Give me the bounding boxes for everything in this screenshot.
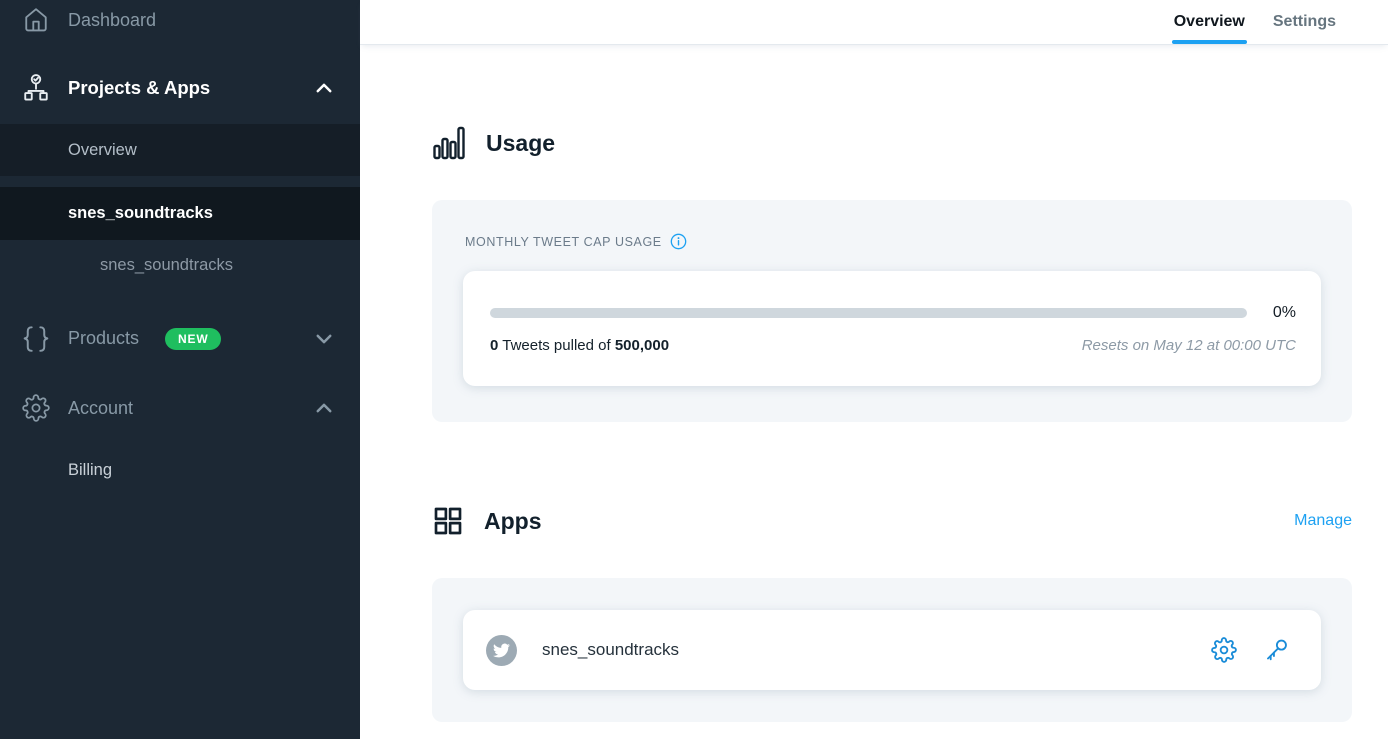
sidebar-item-label: Billing (0, 461, 112, 480)
sidebar-item-products[interactable]: Products NEW (0, 311, 360, 366)
sidebar: Dashboard Projects & Apps Overview (0, 0, 360, 739)
app-actions (1211, 637, 1289, 663)
chevron-up-icon (314, 398, 334, 418)
braces-icon (20, 324, 52, 354)
sidebar-item-dashboard[interactable]: Dashboard (0, 0, 360, 40)
twitter-app-avatar (486, 635, 517, 666)
usage-card-label: MONTHLY TWEET CAP USAGE (465, 235, 662, 249)
apps-grid-icon (432, 505, 464, 537)
sidebar-item-projects-apps[interactable]: Projects & Apps (0, 60, 360, 116)
apps-section-title: Apps (484, 508, 542, 535)
sidebar-item-app-snes-soundtracks[interactable]: snes_soundtracks (0, 240, 360, 290)
app-keys-icon[interactable] (1263, 637, 1289, 663)
main-content: Overview Settings Usage MONTHLY TWEET CA… (360, 0, 1388, 739)
tweets-pulled-label: Tweets pulled of (502, 337, 610, 354)
usage-card-label-row: MONTHLY TWEET CAP USAGE (463, 233, 1321, 250)
sidebar-item-billing[interactable]: Billing (0, 444, 360, 496)
manage-apps-link[interactable]: Manage (1294, 512, 1352, 530)
usage-section-header: Usage (432, 123, 1352, 163)
apps-section-header: Apps Manage (432, 501, 1352, 541)
sidebar-item-overview[interactable]: Overview (0, 124, 360, 176)
info-icon[interactable] (670, 233, 687, 250)
bar-chart-icon (432, 125, 466, 161)
usage-card: MONTHLY TWEET CAP USAGE 0% 0 (432, 200, 1352, 422)
new-badge: NEW (165, 328, 221, 350)
project-tree-icon (20, 73, 52, 103)
usage-text-row: 0 Tweets pulled of 500,000 Resets on May… (490, 337, 1296, 354)
sidebar-item-account[interactable]: Account (0, 381, 360, 435)
tweets-pulled-count: 0 (490, 337, 498, 354)
usage-section-title: Usage (486, 130, 555, 157)
app-list-item: snes_soundtracks (463, 610, 1321, 690)
tab-settings[interactable]: Settings (1271, 0, 1338, 44)
reset-date-note: Resets on May 12 at 00:00 UTC (1082, 337, 1296, 354)
apps-card: snes_soundtracks (432, 578, 1352, 722)
progress-row: 0% (490, 304, 1296, 322)
sidebar-item-project-snes-soundtracks[interactable]: snes_soundtracks (0, 187, 360, 240)
tweet-cap-usage-panel: 0% 0 Tweets pulled of 500,000 Resets on … (463, 271, 1321, 386)
tab-overview[interactable]: Overview (1172, 0, 1247, 44)
sidebar-item-label: snes_soundtracks (0, 204, 213, 223)
sidebar-item-label: snes_soundtracks (0, 256, 233, 275)
progress-percent: 0% (1273, 304, 1296, 322)
developer-portal: Dashboard Projects & Apps Overview (0, 0, 1388, 739)
tabs: Overview Settings (1172, 0, 1338, 44)
page-tabs-bar: Overview Settings (360, 0, 1388, 45)
chevron-down-icon (314, 329, 334, 349)
gear-icon (20, 394, 52, 422)
app-settings-gear-icon[interactable] (1211, 637, 1237, 663)
app-name: snes_soundtracks (542, 640, 679, 660)
chevron-up-icon (314, 78, 334, 98)
sidebar-item-label: Overview (0, 141, 137, 160)
home-icon (20, 7, 52, 33)
tweet-cap-value: 500,000 (615, 337, 669, 354)
tweet-cap-progress-bar (490, 308, 1247, 318)
tweets-pulled-text: 0 Tweets pulled of 500,000 (490, 337, 669, 354)
